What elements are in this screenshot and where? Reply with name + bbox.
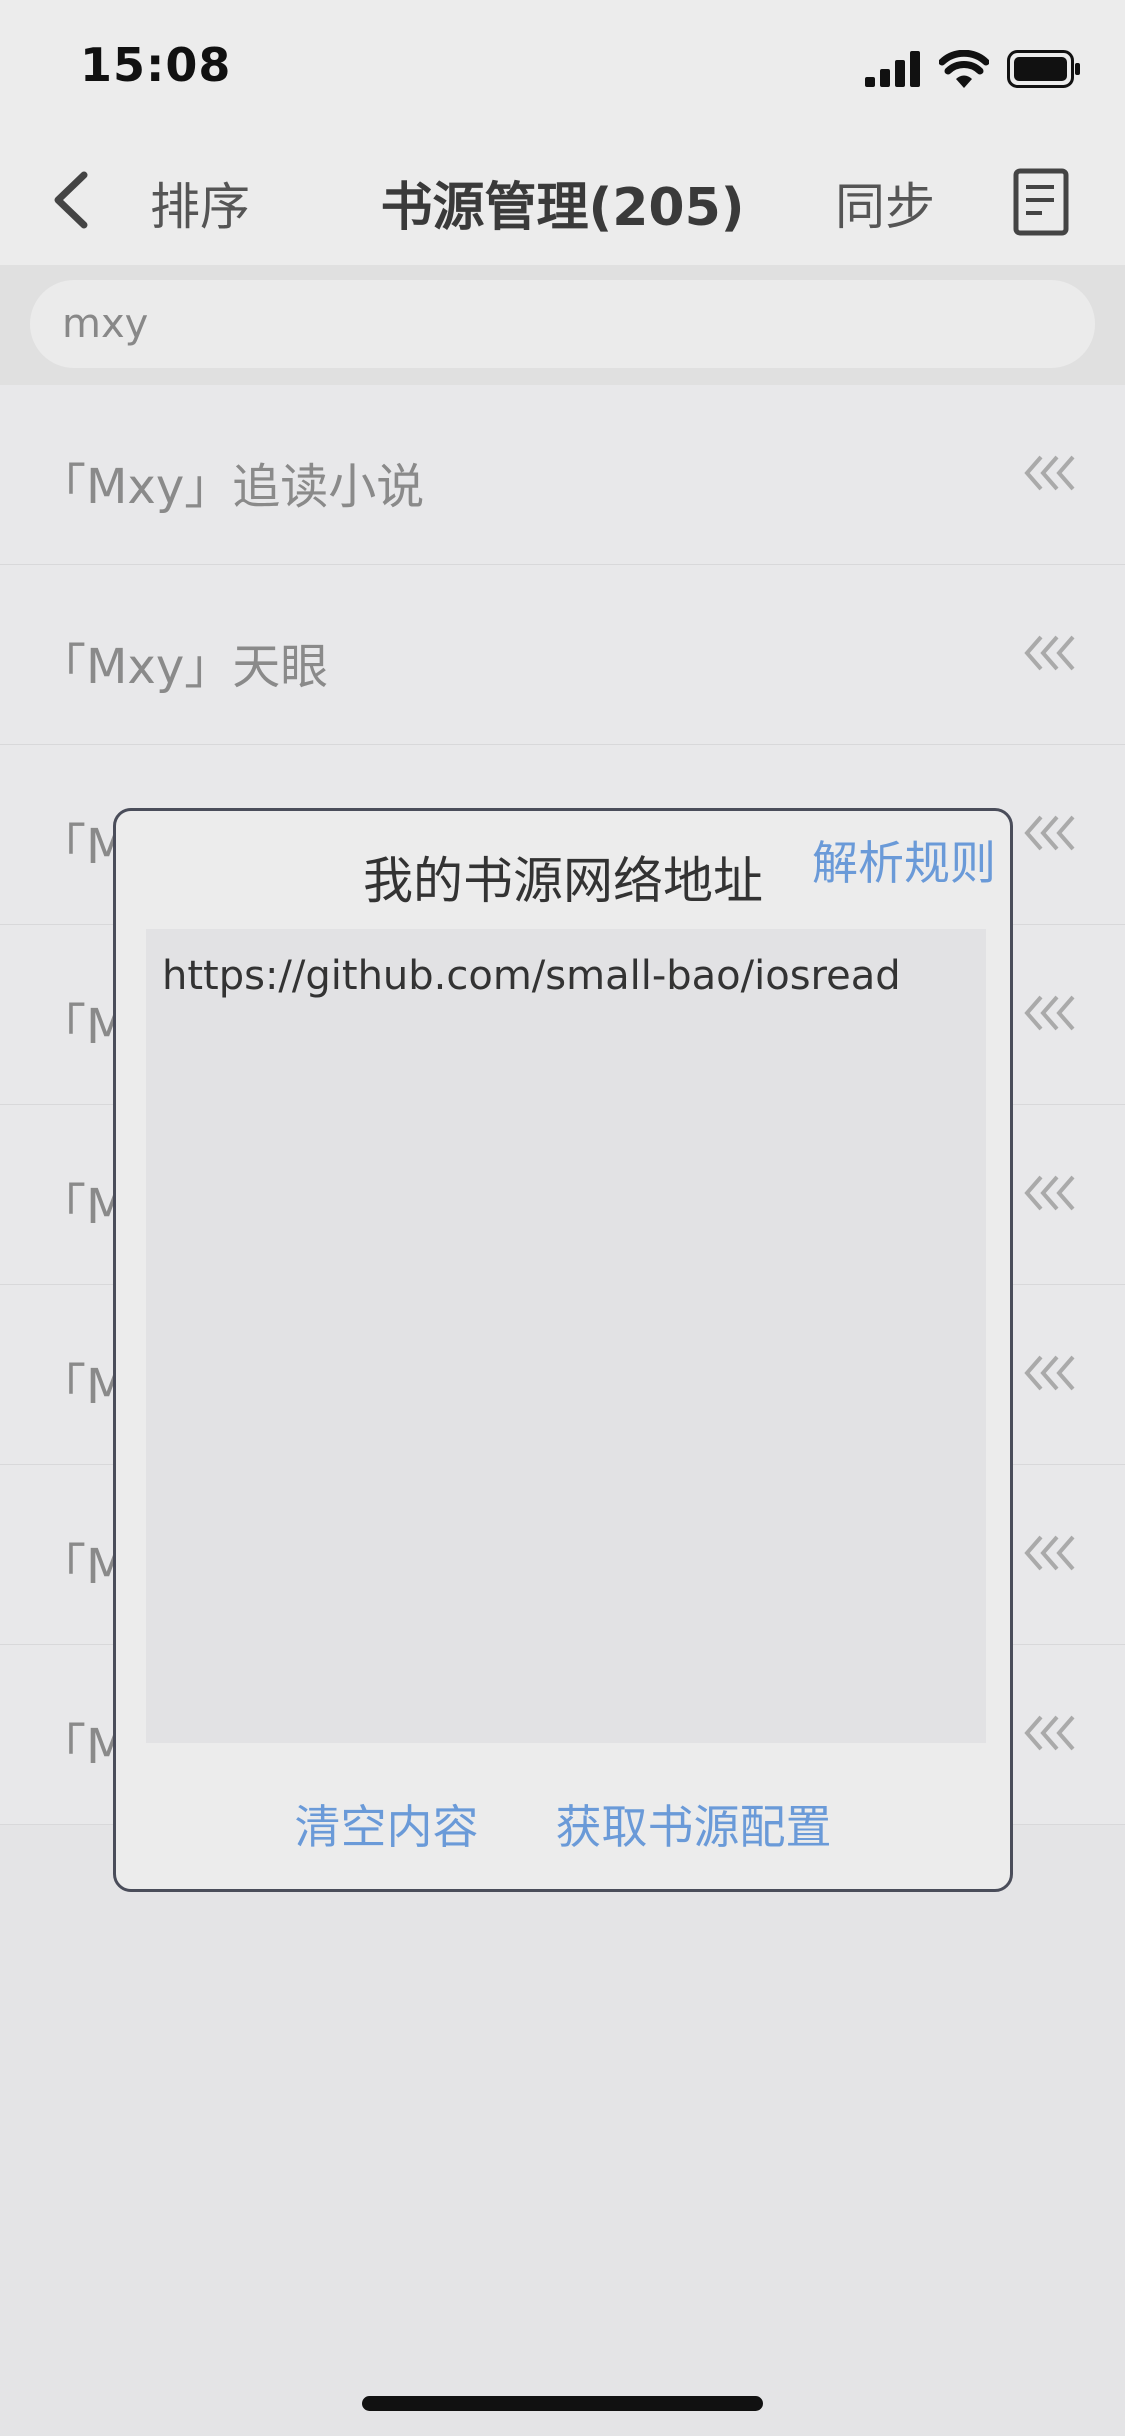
battery-icon	[1007, 50, 1080, 88]
home-indicator	[362, 2396, 763, 2411]
sync-button[interactable]: 同步	[835, 167, 935, 239]
triple-chevron-left-icon[interactable]	[1021, 1711, 1081, 1755]
list-item-label: 「Mxy」天眼	[38, 639, 329, 695]
source-url-textarea[interactable]: https://github.com/small-bao/iosread	[146, 929, 986, 1743]
clear-content-button[interactable]: 清空内容	[294, 1791, 478, 1857]
status-icons	[865, 44, 1081, 94]
wifi-icon	[939, 50, 989, 88]
list-item[interactable]: 「Mxy」天眼	[0, 565, 1125, 745]
page-title: 书源管理(205)	[380, 178, 745, 238]
triple-chevron-left-icon[interactable]	[1021, 451, 1081, 495]
document-icon[interactable]	[1012, 167, 1072, 237]
triple-chevron-left-icon[interactable]	[1021, 1531, 1081, 1575]
nav-bar: 排序 书源管理(205) 同步	[0, 135, 1125, 265]
status-time: 15:08	[80, 38, 232, 92]
triple-chevron-left-icon[interactable]	[1021, 991, 1081, 1035]
triple-chevron-left-icon[interactable]	[1021, 631, 1081, 675]
fetch-config-button[interactable]: 获取书源配置	[556, 1791, 832, 1857]
triple-chevron-left-icon[interactable]	[1021, 811, 1081, 855]
list-item[interactable]: 「Mxy」追读小说	[0, 385, 1125, 565]
search-bar	[0, 265, 1125, 385]
search-input[interactable]	[30, 280, 1095, 368]
dialog-actions: 清空内容 获取书源配置	[116, 1791, 1010, 1857]
triple-chevron-left-icon[interactable]	[1021, 1351, 1081, 1395]
list-item-label: 「Mxy」追读小说	[38, 459, 425, 515]
triple-chevron-left-icon[interactable]	[1021, 1171, 1081, 1215]
signal-icon	[865, 51, 920, 87]
status-bar: 15:08	[0, 0, 1125, 135]
parse-rules-button[interactable]: 解析规则	[812, 827, 996, 893]
source-url-dialog: 我的书源网络地址 解析规则 https://github.com/small-b…	[113, 808, 1013, 1892]
